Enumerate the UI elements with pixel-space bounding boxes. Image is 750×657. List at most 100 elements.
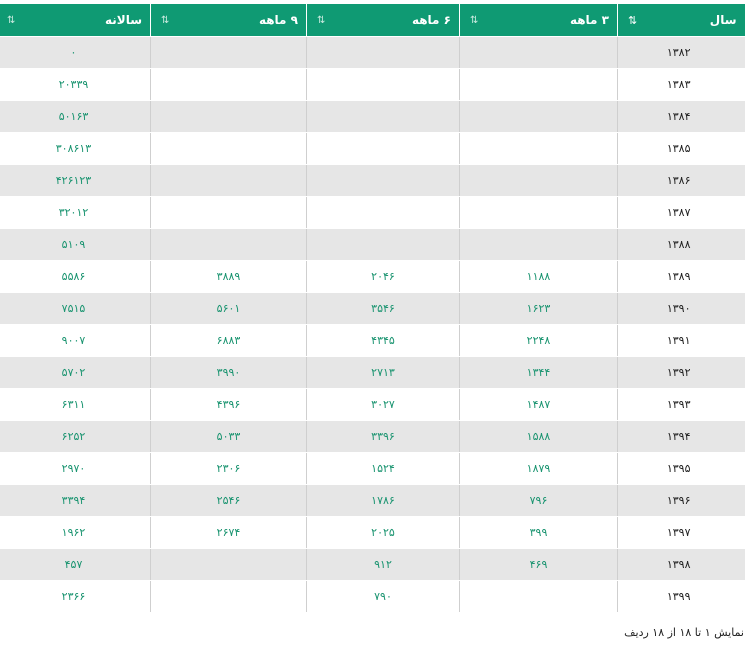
column-header-label: سالانه bbox=[104, 13, 142, 27]
cell-year: ۱۳۸۶ bbox=[617, 164, 745, 197]
table-row: ۱۳۹۰ ۱۶۲۳ ۳۵۴۶ ۵۶۰۱ ۷۵۱۵ bbox=[0, 292, 745, 325]
cell-6m bbox=[306, 228, 460, 261]
cell-year: ۱۳۹۶ bbox=[617, 484, 745, 517]
cell-yearly: ۳۰۸۶۱۳ bbox=[0, 132, 151, 165]
column-header-3m[interactable]: ۳ ماهه ⇅ bbox=[459, 4, 618, 37]
column-header-label: ۳ ماهه bbox=[569, 13, 609, 27]
column-header-9m[interactable]: ۹ ماهه ⇅ bbox=[150, 4, 307, 37]
table-row: ۱۳۹۹ ۷۹۰ ۲۳۶۶ bbox=[0, 580, 745, 613]
cell-3m: ۷۹۶ bbox=[459, 484, 618, 517]
cell-6m bbox=[306, 132, 460, 165]
column-header-label: ۶ ماهه bbox=[411, 13, 451, 27]
cell-6m bbox=[306, 36, 460, 69]
cell-9m: ۵۶۰۱ bbox=[150, 292, 307, 325]
cell-yearly: ۲۰۳۳۹ bbox=[0, 68, 151, 101]
table-info-text: نمایش ۱ تا ۱۸ از ۱۸ ردیف bbox=[624, 626, 744, 639]
table-row: ۱۳۹۳ ۱۴۸۷ ۳۰۲۷ ۴۳۹۶ ۶۳۱۱ bbox=[0, 388, 745, 421]
cell-6m bbox=[306, 100, 460, 133]
sort-amount-icon: ⇅ bbox=[628, 13, 637, 27]
cell-6m: ۱۷۸۶ bbox=[306, 484, 460, 517]
cell-6m: ۹۱۲ bbox=[306, 548, 460, 581]
cell-6m: ۲۰۴۶ bbox=[306, 260, 460, 293]
table-row: ۱۳۸۸ ۵۱۰۹ bbox=[0, 228, 745, 261]
cell-9m: ۵۰۳۳ bbox=[150, 420, 307, 453]
cell-year: ۱۳۸۸ bbox=[617, 228, 745, 261]
cell-3m: ۳۹۹ bbox=[459, 516, 618, 549]
cell-year: ۱۳۸۴ bbox=[617, 100, 745, 133]
cell-year: ۱۳۸۷ bbox=[617, 196, 745, 229]
cell-yearly: ۵۷۰۲ bbox=[0, 356, 151, 389]
cell-3m: ۱۶۲۳ bbox=[459, 292, 618, 325]
cell-9m bbox=[150, 132, 307, 165]
cell-9m: ۲۶۷۴ bbox=[150, 516, 307, 549]
cell-3m: ۱۱۸۸ bbox=[459, 260, 618, 293]
cell-yearly: ۱۹۶۲ bbox=[0, 516, 151, 549]
cell-yearly: ۴۲۶۱۲۳ bbox=[0, 164, 151, 197]
cell-3m bbox=[459, 132, 618, 165]
cell-6m: ۲۷۱۳ bbox=[306, 356, 460, 389]
cell-6m bbox=[306, 196, 460, 229]
cell-yearly: ۲۹۷۰ bbox=[0, 452, 151, 485]
cell-6m: ۱۵۲۴ bbox=[306, 452, 460, 485]
cell-9m: ۴۳۹۶ bbox=[150, 388, 307, 421]
table-row: ۱۳۹۷ ۳۹۹ ۲۰۲۵ ۲۶۷۴ ۱۹۶۲ bbox=[0, 516, 745, 549]
sort-arrows-icon: ⇅ bbox=[7, 14, 16, 26]
column-header-yearly[interactable]: سالانه ⇅ bbox=[0, 4, 151, 37]
cell-6m: ۳۳۹۶ bbox=[306, 420, 460, 453]
cell-3m: ۱۴۸۷ bbox=[459, 388, 618, 421]
table-body: ۱۳۸۲ ۰ ۱۳۸۳ ۲۰۳۳۹ ۱۳۸۴ ۵۰۱۶۳ ۱۳۸۵ ۳۰۸۶۱۳ ۱۳۸۶ ۴۲۶… bbox=[0, 36, 745, 613]
cell-9m: ۳۸۸۹ bbox=[150, 260, 307, 293]
cell-yearly: ۶۳۱۱ bbox=[0, 388, 151, 421]
cell-9m bbox=[150, 196, 307, 229]
table-row: ۱۳۸۹ ۱۱۸۸ ۲۰۴۶ ۳۸۸۹ ۵۵۸۶ bbox=[0, 260, 745, 293]
table-row: ۱۳۹۴ ۱۵۸۸ ۳۳۹۶ ۵۰۳۳ ۶۲۵۲ bbox=[0, 420, 745, 453]
cell-yearly: ۶۲۵۲ bbox=[0, 420, 151, 453]
cell-9m: ۲۳۰۶ bbox=[150, 452, 307, 485]
table-row: ۱۳۸۴ ۵۰۱۶۳ bbox=[0, 100, 745, 133]
cell-year: ۱۳۹۸ bbox=[617, 548, 745, 581]
table-header-row: سال ⇅ ۳ ماهه ⇅ ۶ ماهه ⇅ ۹ ماهه ⇅ سالانه … bbox=[0, 4, 745, 37]
cell-9m bbox=[150, 228, 307, 261]
cell-9m bbox=[150, 36, 307, 69]
table-row: ۱۳۹۱ ۲۲۴۸ ۴۳۴۵ ۶۸۸۳ ۹۰۰۷ bbox=[0, 324, 745, 357]
table-row: ۱۳۹۲ ۱۳۴۴ ۲۷۱۳ ۳۹۹۰ ۵۷۰۲ bbox=[0, 356, 745, 389]
cell-yearly: ۷۵۱۵ bbox=[0, 292, 151, 325]
cell-9m bbox=[150, 68, 307, 101]
cell-6m bbox=[306, 164, 460, 197]
cell-year: ۱۳۸۳ bbox=[617, 68, 745, 101]
cell-year: ۱۳۸۹ bbox=[617, 260, 745, 293]
column-header-label: سال bbox=[709, 13, 737, 27]
column-header-year[interactable]: سال ⇅ bbox=[617, 4, 745, 37]
cell-year: ۱۳۹۲ bbox=[617, 356, 745, 389]
cell-6m: ۷۹۰ bbox=[306, 580, 460, 613]
table-row: ۱۳۸۷ ۳۲۰۱۲ bbox=[0, 196, 745, 229]
cell-year: ۱۳۹۰ bbox=[617, 292, 745, 325]
cell-9m bbox=[150, 580, 307, 613]
table-row: ۱۳۹۸ ۴۶۹ ۹۱۲ ۴۵۷ bbox=[0, 548, 745, 581]
cell-3m: ۴۶۹ bbox=[459, 548, 618, 581]
cell-year: ۱۳۸۲ bbox=[617, 36, 745, 69]
cell-3m bbox=[459, 228, 618, 261]
cell-3m: ۲۲۴۸ bbox=[459, 324, 618, 357]
cell-year: ۱۳۸۵ bbox=[617, 132, 745, 165]
cell-3m bbox=[459, 196, 618, 229]
cell-year: ۱۳۹۳ bbox=[617, 388, 745, 421]
cell-year: ۱۳۹۱ bbox=[617, 324, 745, 357]
cell-3m bbox=[459, 68, 618, 101]
sort-arrows-icon: ⇅ bbox=[161, 14, 170, 26]
cell-9m bbox=[150, 548, 307, 581]
cell-6m: ۴۳۴۵ bbox=[306, 324, 460, 357]
cell-year: ۱۳۹۵ bbox=[617, 452, 745, 485]
cell-9m: ۲۵۴۶ bbox=[150, 484, 307, 517]
cell-yearly: ۵۰۱۶۳ bbox=[0, 100, 151, 133]
table-row: ۱۳۹۵ ۱۸۷۹ ۱۵۲۴ ۲۳۰۶ ۲۹۷۰ bbox=[0, 452, 745, 485]
cell-year: ۱۳۹۷ bbox=[617, 516, 745, 549]
table-row: ۱۳۸۶ ۴۲۶۱۲۳ bbox=[0, 164, 745, 197]
cell-yearly: ۵۵۸۶ bbox=[0, 260, 151, 293]
table-row: ۱۳۹۶ ۷۹۶ ۱۷۸۶ ۲۵۴۶ ۳۳۹۴ bbox=[0, 484, 745, 517]
table-row: ۱۳۸۳ ۲۰۳۳۹ bbox=[0, 68, 745, 101]
column-header-6m[interactable]: ۶ ماهه ⇅ bbox=[306, 4, 460, 37]
page: سال ⇅ ۳ ماهه ⇅ ۶ ماهه ⇅ ۹ ماهه ⇅ سالانه … bbox=[0, 0, 750, 657]
data-table: سال ⇅ ۳ ماهه ⇅ ۶ ماهه ⇅ ۹ ماهه ⇅ سالانه … bbox=[0, 4, 745, 613]
cell-6m: ۳۰۲۷ bbox=[306, 388, 460, 421]
